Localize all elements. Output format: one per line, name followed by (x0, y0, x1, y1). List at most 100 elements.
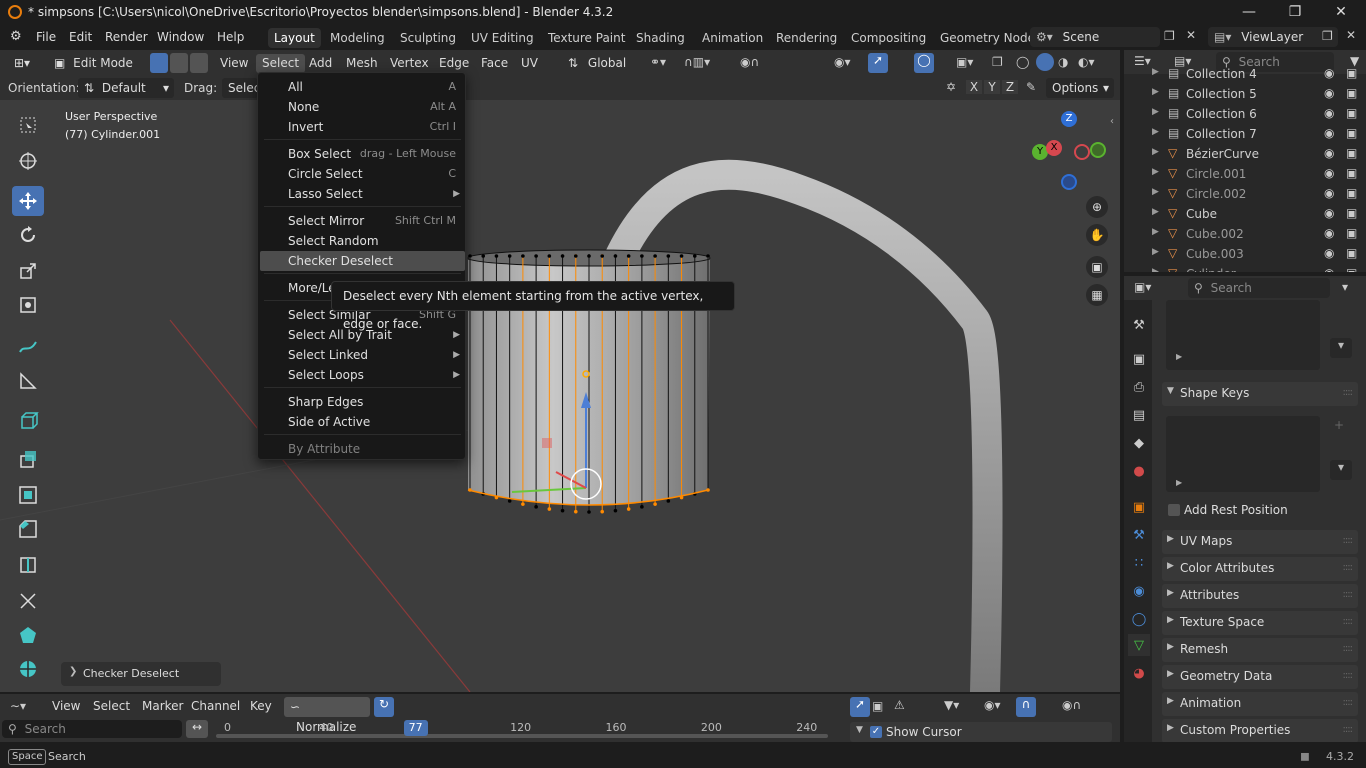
nav-gizmo-neg-x[interactable] (1074, 144, 1090, 160)
viewlayer-selector[interactable]: ▤▾ ViewLayer (1208, 27, 1338, 47)
expand-arrow-icon[interactable]: ▶ (1152, 167, 1159, 177)
tool-tab-icon[interactable]: ⚒ (1128, 314, 1150, 336)
render-camera-icon[interactable]: ▣ (1346, 226, 1357, 240)
menu-item-select-mirror[interactable]: Select Mirror Shift Ctrl M (260, 211, 465, 231)
outliner-row[interactable]: ▶ ▤ Collection 5 ◉ ▣ (1124, 84, 1366, 104)
tab-rendering[interactable]: Rendering (770, 28, 843, 48)
editor-type-button[interactable]: ⊞▾ (8, 53, 42, 73)
menu-item-sharp-edges[interactable]: Sharp Edges (260, 392, 465, 412)
expand-arrow-icon[interactable]: ▶ (1152, 127, 1159, 137)
hide-eye-icon[interactable]: ◉ (1324, 66, 1334, 80)
hide-eye-icon[interactable]: ◉ (1324, 146, 1334, 160)
scale-tool[interactable] (12, 256, 44, 286)
measure-tool[interactable] (12, 366, 44, 396)
timeline-menu-channel[interactable]: Channel (185, 697, 246, 716)
poly-build-tool[interactable] (12, 620, 44, 650)
proportional-edit-icon[interactable]: ◉∩ (740, 55, 759, 69)
vp-menu-select[interactable]: Select (256, 54, 306, 73)
minimize-button[interactable]: — (1226, 0, 1272, 24)
expand-arrow-icon[interactable]: ▶ (1152, 67, 1159, 77)
proportional-icon[interactable]: ◉∩ (1062, 698, 1081, 712)
nav-gizmo-neg-y[interactable] (1090, 142, 1106, 158)
expand-arrow-icon[interactable]: ▶ (1152, 227, 1159, 237)
menu-item-circle-select[interactable]: Circle Select C (260, 164, 465, 184)
outliner-row[interactable]: ▶ ▽ Cube.003 ◉ ▣ (1124, 244, 1366, 264)
cursor-tool[interactable] (12, 146, 44, 176)
menu-item-select-linked[interactable]: Select Linked ▶ (260, 345, 465, 365)
expand-arrow-icon[interactable]: ▶ (1152, 247, 1159, 257)
extrude-tool[interactable] (12, 444, 44, 474)
face-select-button[interactable] (190, 53, 208, 73)
properties-panel[interactable]: ▶ Color Attributes:::: (1162, 557, 1358, 581)
tab-animation[interactable]: Animation (696, 28, 769, 48)
orientation-dropdown[interactable]: ⇅ Default ▾ (78, 78, 174, 98)
pin-icon[interactable]: ▾ (1342, 280, 1348, 294)
close-button[interactable]: ✕ (1318, 0, 1364, 24)
last-operation-panel[interactable]: ❯ Checker Deselect (61, 662, 221, 686)
menu-window[interactable]: Window (151, 28, 210, 47)
blender-menu-icon[interactable]: ⚙ (10, 29, 22, 44)
expand-arrow-icon[interactable]: ▶ (1152, 187, 1159, 197)
expand-arrow-icon[interactable]: ▶ (1152, 107, 1159, 117)
physics-tab-icon[interactable]: ◉ (1128, 580, 1150, 602)
outliner-row[interactable]: ▶ ▤ Collection 6 ◉ ▣ (1124, 104, 1366, 124)
vp-menu-uv[interactable]: UV (515, 54, 544, 73)
mirror-z-toggle[interactable]: Z (1002, 80, 1018, 94)
pivot-icon[interactable]: ◉▾ (984, 698, 1001, 712)
properties-panel[interactable]: ▶ Remesh:::: (1162, 638, 1358, 662)
pan-hand-icon[interactable]: ✋ (1086, 224, 1108, 246)
render-camera-icon[interactable]: ▣ (1346, 186, 1357, 200)
tab-modeling[interactable]: Modeling (324, 28, 391, 48)
material-shading-icon[interactable]: ◑ (1058, 55, 1068, 69)
inset-tool[interactable] (12, 480, 44, 510)
vp-menu-mesh[interactable]: Mesh (340, 54, 384, 73)
scene-selector[interactable]: ⚙▾ Scene (1030, 27, 1160, 47)
shape-key-options-icon[interactable]: ▾ (1330, 460, 1352, 480)
show-hidden-icon[interactable]: ▣ (872, 699, 883, 713)
outliner-row[interactable]: ▶ ▽ Circle.001 ◉ ▣ (1124, 164, 1366, 184)
menu-file[interactable]: File (30, 28, 62, 47)
ortho-toggle-icon[interactable]: ▦ (1086, 284, 1108, 306)
solid-shading-icon[interactable] (1036, 53, 1054, 71)
expand-list-icon[interactable]: ▶ (1176, 352, 1182, 361)
mode-dropdown[interactable]: ▣ Edit Mode (48, 53, 144, 73)
scene-tab-icon[interactable]: ◆ (1128, 432, 1150, 454)
vertex-select-button[interactable] (150, 53, 168, 73)
nav-gizmo-z[interactable]: Z (1061, 111, 1077, 127)
hide-eye-icon[interactable]: ◉ (1324, 206, 1334, 220)
constraints-tab-icon[interactable]: ◯ (1128, 608, 1150, 630)
mirror-y-toggle[interactable]: Y (984, 80, 1000, 94)
properties-editor-icon[interactable]: ▣▾ (1134, 280, 1151, 294)
expand-arrow-icon[interactable]: ▶ (1152, 267, 1159, 272)
render-camera-icon[interactable]: ▣ (1346, 66, 1357, 80)
expand-arrow-icon[interactable]: ▶ (1152, 147, 1159, 157)
outliner-row[interactable]: ▶ ▽ Cube.002 ◉ ▣ (1124, 224, 1366, 244)
visibility-icon[interactable]: ◉▾ (834, 55, 851, 69)
filter-icon[interactable]: ▼▾ (944, 698, 959, 712)
options-dropdown[interactable]: Options ▾ (1046, 78, 1114, 98)
add-cube-tool[interactable] (12, 406, 44, 436)
object-tab-icon[interactable]: ▣ (1128, 496, 1150, 518)
vp-menu-view[interactable]: View (214, 54, 254, 73)
vp-menu-face[interactable]: Face (475, 54, 514, 73)
only-errors-icon[interactable]: ⚠ (894, 698, 905, 712)
new-viewlayer-icon[interactable]: ❐ (1322, 29, 1333, 43)
list-options-icon[interactable]: ▾ (1330, 338, 1352, 358)
hide-eye-icon[interactable]: ◉ (1324, 266, 1334, 272)
maximize-button[interactable]: ❐ (1272, 0, 1318, 24)
loop-cut-tool[interactable] (12, 550, 44, 580)
new-scene-icon[interactable]: ❐ (1164, 29, 1175, 43)
hide-eye-icon[interactable]: ◉ (1324, 226, 1334, 240)
menu-item-invert[interactable]: Invert Ctrl I (260, 117, 465, 137)
outliner-row[interactable]: ▶ ▤ Collection 4 ◉ ▣ (1124, 64, 1366, 84)
properties-search[interactable]: ⚲ Search (1188, 278, 1330, 298)
menu-help[interactable]: Help (211, 28, 250, 47)
hide-eye-icon[interactable]: ◉ (1324, 86, 1334, 100)
view-layer-tab-icon[interactable]: ▤ (1128, 404, 1150, 426)
knife-tool[interactable] (12, 586, 44, 616)
output-tab-icon[interactable]: ⎙ (1128, 376, 1150, 398)
remove-scene-icon[interactable]: ✕ (1186, 28, 1196, 42)
world-tab-icon[interactable]: ● (1128, 460, 1150, 482)
outliner-row[interactable]: ▶ ▤ Collection 7 ◉ ▣ (1124, 124, 1366, 144)
timeline-menu-select[interactable]: Select (87, 697, 136, 716)
